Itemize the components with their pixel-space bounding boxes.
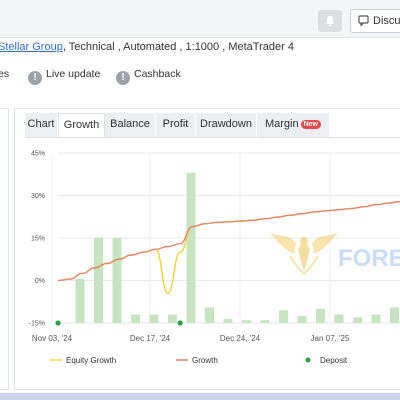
growth-bar	[94, 238, 103, 323]
y-tick-label: 15%	[31, 236, 45, 243]
growth-bar	[75, 279, 85, 323]
legend-swatch	[305, 357, 311, 363]
growth-bar	[279, 310, 288, 323]
growth-bar	[223, 318, 233, 323]
growth-bar	[205, 307, 214, 323]
legend-label: Deposit	[320, 356, 348, 365]
y-tick-label: 45%	[31, 151, 45, 158]
x-tick-label: Dec 24, '24	[220, 334, 261, 343]
chart-legend: Equity Growth Growth Deposit	[50, 356, 348, 365]
growth-chart: 45% 30% 15% 0% -15% FOREX Nov 03, '24 Dec 17,…	[29, 151, 400, 365]
growth-bar	[112, 238, 122, 323]
y-tick-label: 30%	[31, 193, 45, 200]
growth-bar	[260, 320, 270, 323]
x-tick-label: Nov 03, '24	[32, 334, 73, 343]
deposit-point	[55, 320, 61, 326]
eagle-logo-icon	[270, 232, 338, 276]
growth-bar	[353, 317, 362, 323]
deposit-point	[177, 320, 183, 326]
growth-bar	[149, 314, 159, 323]
growth-bar	[334, 314, 344, 323]
page-bottom-strip	[0, 393, 400, 400]
x-tick-label: Jan 07, '25	[311, 334, 350, 343]
growth-bar	[131, 314, 140, 323]
chart-grid	[51, 152, 400, 324]
legend-label: Growth	[192, 356, 218, 365]
watermark-text: FOREX	[338, 245, 400, 272]
growth-bar	[390, 307, 399, 323]
growth-bar	[186, 172, 196, 323]
y-axis-ticks: 45% 30% 15% 0% -15%	[29, 151, 45, 328]
growth-bar	[371, 314, 381, 323]
page: Discuss Stellar Group, Technical , Autom…	[0, 0, 400, 400]
growth-bar	[242, 320, 251, 323]
x-axis-ticks: Nov 03, '24 Dec 17, '24 Dec 24, '24 Jan 07,…	[32, 334, 350, 343]
legend-label: Equity Growth	[66, 356, 116, 365]
growth-bar	[316, 308, 325, 323]
y-tick-label: -15%	[29, 321, 45, 328]
y-tick-label: 0%	[35, 278, 45, 285]
growth-bar	[297, 315, 307, 323]
growth-bar	[168, 314, 177, 323]
x-tick-label: Dec 17, '24	[130, 334, 171, 343]
